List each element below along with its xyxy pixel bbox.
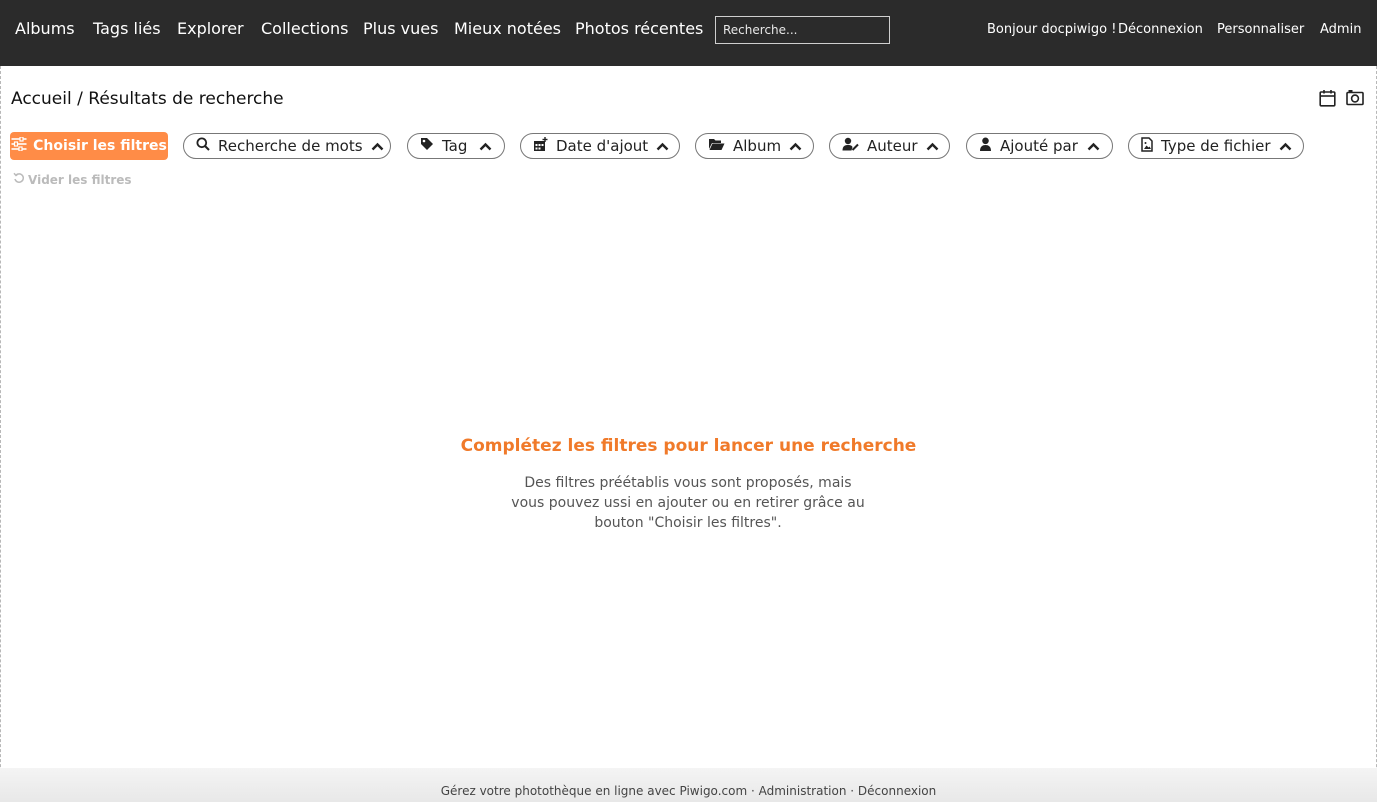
- filter-sliders-icon: [11, 136, 27, 155]
- search-input[interactable]: [715, 16, 890, 44]
- search-icon: [196, 137, 210, 155]
- chevron-up-icon: [656, 137, 669, 155]
- breadcrumb-current: Résultats de recherche: [88, 89, 284, 109]
- filter-author[interactable]: Auteur: [829, 133, 950, 159]
- chevron-up-icon: [1087, 137, 1100, 155]
- filter-tag-label: Tag: [442, 137, 468, 155]
- empty-state-line-1: Des filtres préétablis vous sont proposé…: [524, 475, 852, 491]
- filter-date-added[interactable]: Date d'ajout: [520, 133, 680, 159]
- filter-file-type[interactable]: Type de fichier: [1128, 133, 1304, 159]
- footer: Gérez votre photothèque en ligne avec Pi…: [0, 768, 1377, 802]
- choose-filters-button[interactable]: Choisir les filtres: [10, 132, 168, 160]
- greeting-text: Bonjour docpiwigo !: [987, 22, 1117, 37]
- camera-icon[interactable]: [1346, 89, 1364, 110]
- footer-separator: ·: [750, 784, 755, 798]
- nav-photos-recentes[interactable]: Photos récentes: [575, 19, 703, 38]
- footer-piwigo-link[interactable]: Piwigo.com: [679, 784, 747, 798]
- footer-separator: ·: [850, 784, 855, 798]
- logout-link[interactable]: Déconnexion: [1118, 22, 1203, 37]
- calendar-icon[interactable]: [1319, 89, 1336, 111]
- footer-admin-link[interactable]: Administration: [759, 784, 847, 798]
- nav-plus-vues[interactable]: Plus vues: [363, 19, 438, 38]
- folder-open-icon: [708, 137, 725, 155]
- content-frame: [0, 66, 1377, 802]
- top-navbar: Albums Tags liés Explorer Collections Pl…: [0, 0, 1377, 66]
- empty-state-line-2: vous pouvez ussi en ajouter ou en retire…: [511, 495, 865, 511]
- file-image-icon: [1141, 136, 1153, 156]
- filter-file-type-label: Type de fichier: [1161, 137, 1271, 155]
- nav-tags-lies[interactable]: Tags liés: [93, 19, 161, 38]
- choose-filters-label: Choisir les filtres: [33, 138, 167, 154]
- chevron-up-icon: [926, 137, 939, 155]
- filter-tag[interactable]: Tag: [407, 133, 505, 159]
- nav-albums[interactable]: Albums: [15, 19, 75, 38]
- user-icon: [979, 137, 992, 155]
- user-edit-icon: [842, 137, 859, 155]
- nav-explorer[interactable]: Explorer: [177, 19, 244, 38]
- footer-logout-link[interactable]: Déconnexion: [858, 784, 936, 798]
- empty-state-text: Des filtres préétablis vous sont proposé…: [488, 473, 888, 533]
- breadcrumb-separator: /: [77, 89, 83, 109]
- filter-album[interactable]: Album: [695, 133, 814, 159]
- breadcrumb: Accueil / Résultats de recherche: [11, 89, 284, 109]
- filter-added-by-label: Ajouté par: [1000, 137, 1078, 155]
- calendar-plus-icon: [533, 136, 548, 156]
- filter-album-label: Album: [733, 137, 782, 155]
- tag-icon: [420, 137, 434, 155]
- filter-date-added-label: Date d'ajout: [556, 137, 649, 155]
- reset-filters-label: Vider les filtres: [28, 172, 132, 187]
- reset-filters-button[interactable]: Vider les filtres: [13, 172, 132, 187]
- chevron-up-icon: [789, 137, 802, 155]
- admin-link[interactable]: Admin: [1320, 22, 1361, 37]
- chevron-up-icon: [371, 137, 384, 155]
- nav-collections[interactable]: Collections: [261, 19, 348, 38]
- filter-word-search[interactable]: Recherche de mots: [183, 133, 391, 159]
- footer-text: Gérez votre photothèque en ligne avec: [440, 784, 676, 798]
- breadcrumb-home[interactable]: Accueil: [11, 89, 72, 109]
- undo-icon: [13, 172, 25, 187]
- customize-link[interactable]: Personnaliser: [1217, 22, 1304, 37]
- filter-added-by[interactable]: Ajouté par: [966, 133, 1113, 159]
- empty-state-line-3: bouton "Choisir les filtres".: [594, 515, 782, 531]
- filter-word-search-label: Recherche de mots: [218, 137, 363, 155]
- empty-state-title: Complétez les filtres pour lancer une re…: [460, 436, 917, 456]
- nav-mieux-notees[interactable]: Mieux notées: [454, 19, 561, 38]
- chevron-up-icon: [1279, 137, 1292, 155]
- chevron-up-icon: [479, 137, 492, 155]
- filter-author-label: Auteur: [867, 137, 918, 155]
